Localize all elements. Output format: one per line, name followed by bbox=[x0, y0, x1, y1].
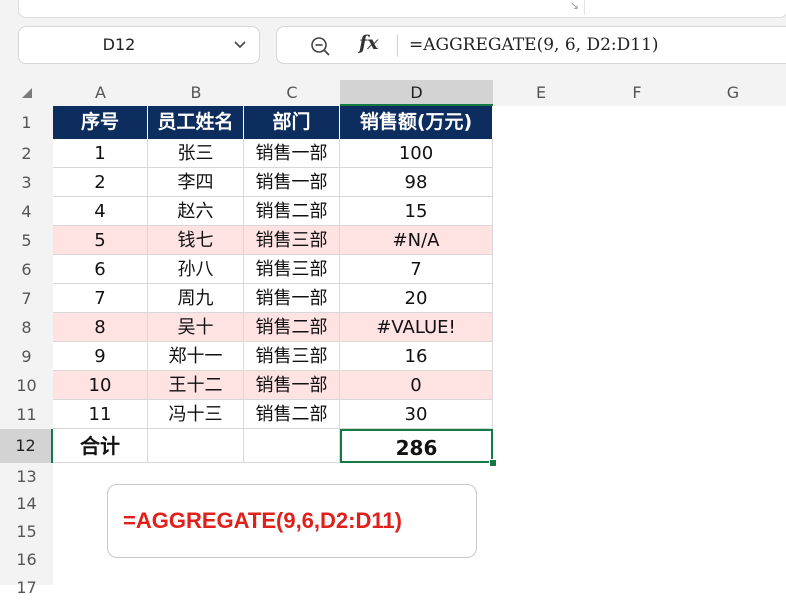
empty-cell[interactable] bbox=[148, 429, 244, 463]
total-label-cell[interactable]: 合计 bbox=[53, 429, 148, 463]
table-cell[interactable]: 张三 bbox=[148, 139, 244, 168]
row-header-1[interactable]: 1 bbox=[0, 106, 53, 139]
column-header-a[interactable]: A bbox=[53, 80, 148, 106]
ribbon-strip: ↘ bbox=[18, 0, 786, 18]
table-cell[interactable]: 6 bbox=[53, 255, 148, 284]
table-cell[interactable]: 销售一部 bbox=[244, 139, 340, 168]
fx-icon[interactable]: fx bbox=[359, 32, 379, 54]
table-cell[interactable]: 98 bbox=[340, 168, 493, 197]
column-header-row: A B C D E F G bbox=[0, 80, 786, 106]
table-cell[interactable]: 7 bbox=[340, 255, 493, 284]
table-cell[interactable]: #N/A bbox=[340, 226, 493, 255]
formula-bar[interactable]: fx =AGGREGATE(9, 6, D2:D11) bbox=[276, 26, 786, 64]
zoom-icon[interactable] bbox=[309, 35, 331, 57]
table-cell[interactable]: 9 bbox=[53, 342, 148, 371]
column-header-b[interactable]: B bbox=[148, 80, 244, 106]
table-cell[interactable]: 销售三部 bbox=[244, 226, 340, 255]
resize-icon[interactable]: ↘ bbox=[570, 0, 579, 12]
table-cell[interactable]: 5 bbox=[53, 226, 148, 255]
table-cell[interactable]: 吴十 bbox=[148, 313, 244, 342]
column-header-e[interactable]: E bbox=[493, 80, 589, 106]
table-cell[interactable]: 销售一部 bbox=[244, 168, 340, 197]
table-cell[interactable]: 周九 bbox=[148, 284, 244, 313]
table-cell[interactable]: 7 bbox=[53, 284, 148, 313]
column-header-f[interactable]: F bbox=[589, 80, 685, 106]
table-cell[interactable]: 李四 bbox=[148, 168, 244, 197]
table-cell[interactable]: 销售二部 bbox=[244, 400, 340, 429]
table-header-cell[interactable]: 部门 bbox=[244, 106, 340, 139]
table-cell[interactable]: 30 bbox=[340, 400, 493, 429]
fill-handle[interactable] bbox=[489, 459, 497, 467]
table-cell[interactable]: 销售三部 bbox=[244, 255, 340, 284]
column-header-g[interactable]: G bbox=[685, 80, 781, 106]
table-cell[interactable]: 销售二部 bbox=[244, 313, 340, 342]
table-cell[interactable]: 销售一部 bbox=[244, 371, 340, 400]
table-cell[interactable]: 销售二部 bbox=[244, 197, 340, 226]
table-cell[interactable]: 100 bbox=[340, 139, 493, 168]
table-cell[interactable]: 郑十一 bbox=[148, 342, 244, 371]
table-cell[interactable]: 2 bbox=[53, 168, 148, 197]
row-header-9[interactable]: 9 bbox=[0, 342, 53, 371]
table-cell[interactable]: 王十二 bbox=[148, 371, 244, 400]
table-cell[interactable]: 20 bbox=[340, 284, 493, 313]
row-header-11[interactable]: 11 bbox=[0, 400, 53, 429]
table-cell[interactable]: 16 bbox=[340, 342, 493, 371]
row-header-13[interactable]: 13 bbox=[0, 463, 53, 490]
row-header-14[interactable]: 14 bbox=[0, 490, 53, 518]
table-cell[interactable]: 10 bbox=[53, 371, 148, 400]
row-header-2[interactable]: 2 bbox=[0, 139, 53, 168]
top-toolbar-area: ↘ D12 fx =AGGREGATE(9, 6, D2:D11) bbox=[0, 0, 786, 80]
row-header-6[interactable]: 6 bbox=[0, 255, 53, 284]
row-header-3[interactable]: 3 bbox=[0, 168, 53, 197]
name-box-value[interactable]: D12 bbox=[19, 27, 219, 63]
empty-cell[interactable] bbox=[244, 429, 340, 463]
row-header-7[interactable]: 7 bbox=[0, 284, 53, 313]
table-cell[interactable]: 1 bbox=[53, 139, 148, 168]
active-cell-d12[interactable]: 286 bbox=[340, 429, 493, 463]
column-header-d[interactable]: D bbox=[340, 80, 493, 106]
row-header-12[interactable]: 12 bbox=[0, 429, 53, 463]
table-cell[interactable]: 15 bbox=[340, 197, 493, 226]
formula-bar-divider bbox=[397, 35, 398, 57]
name-box[interactable]: D12 bbox=[18, 26, 260, 64]
table-cell[interactable]: 钱七 bbox=[148, 226, 244, 255]
column-header-c[interactable]: C bbox=[244, 80, 340, 106]
table-cell[interactable]: 赵六 bbox=[148, 197, 244, 226]
row-header-16[interactable]: 16 bbox=[0, 546, 53, 574]
chevron-down-icon[interactable] bbox=[231, 35, 249, 53]
annotation-text: =AGGREGATE(9,6,D2:D11) bbox=[123, 508, 402, 533]
row-header-10[interactable]: 10 bbox=[0, 371, 53, 400]
ribbon-divider bbox=[584, 0, 585, 15]
formula-input[interactable]: =AGGREGATE(9, 6, D2:D11) bbox=[409, 27, 659, 63]
table-cell[interactable]: 4 bbox=[53, 197, 148, 226]
row-header-15[interactable]: 15 bbox=[0, 518, 53, 546]
table-header-cell[interactable]: 员工姓名 bbox=[148, 106, 244, 139]
table-cell[interactable]: 0 bbox=[340, 371, 493, 400]
row-header-4[interactable]: 4 bbox=[0, 197, 53, 226]
row-header-17[interactable]: 17 bbox=[0, 574, 53, 602]
table-header-cell[interactable]: 销售额(万元) bbox=[340, 106, 493, 139]
select-all-icon[interactable] bbox=[22, 88, 32, 98]
table-header-cell[interactable]: 序号 bbox=[53, 106, 148, 139]
table-cell[interactable]: 8 bbox=[53, 313, 148, 342]
annotation-box: =AGGREGATE(9,6,D2:D11) bbox=[107, 484, 477, 558]
row-header-8[interactable]: 8 bbox=[0, 313, 53, 342]
table-cell[interactable]: 孙八 bbox=[148, 255, 244, 284]
table-cell[interactable]: #VALUE! bbox=[340, 313, 493, 342]
table-cell[interactable]: 冯十三 bbox=[148, 400, 244, 429]
table-cell[interactable]: 销售三部 bbox=[244, 342, 340, 371]
row-header-5[interactable]: 5 bbox=[0, 226, 53, 255]
table-cell[interactable]: 销售一部 bbox=[244, 284, 340, 313]
table-cell[interactable]: 11 bbox=[53, 400, 148, 429]
